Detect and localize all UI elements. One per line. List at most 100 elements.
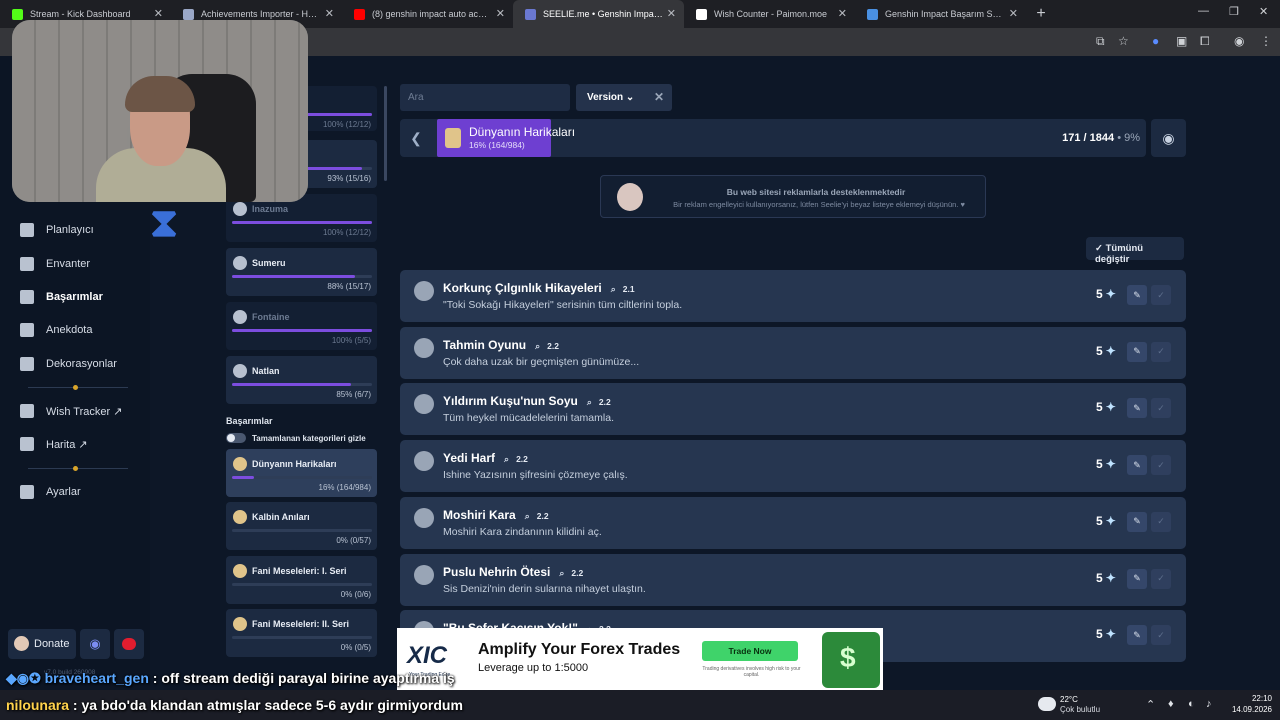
complete-checkbox[interactable]: ✓ [1151, 341, 1171, 362]
nav-item-decorations[interactable]: Dekorasyonlar [20, 357, 117, 371]
achievement-row[interactable]: Yedi Harf ⌕ 2.2 Ishine Yazısının şifresini … [400, 440, 1186, 493]
nav-item-map[interactable]: Harita ↗ [20, 437, 88, 451]
edit-button[interactable]: ✎ [1127, 285, 1147, 305]
browser-tab-active[interactable]: SEELIE.me • Genshin Impact Plan ✕ [513, 0, 684, 28]
region-item[interactable]: Natlan 85% (6/7) [226, 356, 377, 404]
category-progress-bar [232, 529, 372, 532]
category-percent: 16% (164/984) [318, 483, 371, 492]
complete-checkbox[interactable]: ✓ [1151, 568, 1171, 589]
achievement-row[interactable]: Puslu Nehrin Ötesi ⌕ 2.2 Sis Denizi'nin der… [400, 553, 1186, 606]
browser-tab[interactable]: (8) genshin impact auto achievem ✕ [342, 0, 513, 28]
taskbar-clock[interactable]: 22:10 14.09.2026 [1226, 693, 1272, 715]
tray-mic-icon[interactable]: ♦ [1168, 698, 1174, 710]
edit-button[interactable]: ✎ [1127, 398, 1147, 419]
nav-item-planner[interactable]: Planlayıcı [20, 223, 94, 237]
close-icon[interactable]: ✕ [1009, 7, 1018, 20]
trophy-icon [233, 564, 247, 578]
sidebar-scrollbar[interactable] [384, 86, 387, 181]
bookmark-star-icon[interactable]: ☆ [1118, 34, 1129, 48]
region-percent: 100% (12/12) [322, 228, 371, 237]
search-input[interactable]: Ara [400, 84, 570, 111]
complete-checkbox[interactable]: ✓ [1151, 625, 1171, 646]
browser-tab[interactable]: Wish Counter - Paimon.moe ✕ [684, 0, 855, 28]
achievement-category-item[interactable]: Dünyanın Harikaları 16% (164/984) [226, 449, 377, 497]
achievement-category-item[interactable]: Fani Meseleleri: I. Seri 0% (0/6) [226, 556, 377, 604]
edit-button[interactable]: ✎ [1127, 455, 1147, 476]
edit-button[interactable]: ✎ [1127, 341, 1147, 362]
nav-item-anecdotes[interactable]: Anekdota [20, 323, 92, 337]
region-item[interactable]: Fontaine 100% (5/5) [226, 302, 377, 350]
nav-item-wish-tracker[interactable]: Wish Tracker ↗ [20, 404, 122, 418]
profile-avatar-icon[interactable]: ◉ [1234, 34, 1244, 48]
category-progress-bar [232, 583, 372, 586]
category-progress-bar [232, 636, 372, 639]
weather-widget[interactable]: 22°C Çok bulutlu [1038, 693, 1110, 717]
tray-chevron-up-icon[interactable]: ⌃ [1146, 698, 1155, 711]
nav-item-achievements[interactable]: Başarımlar [20, 290, 103, 304]
donate-button[interactable]: Donate [8, 629, 76, 659]
discord-icon: ◉ [89, 636, 101, 651]
achievement-category-item[interactable]: Fani Meseleleri: II. Seri 0% (0/5) [226, 609, 377, 657]
edit-button[interactable]: ✎ [1127, 568, 1147, 589]
region-item[interactable]: Sumeru 88% (15/17) [226, 248, 377, 296]
menu-dots-icon[interactable]: ⋮ [1260, 34, 1272, 48]
hide-completed-toggle[interactable]: Tamamlanan kategorileri gizle [226, 433, 366, 443]
version-dropdown[interactable]: Version ⌄ ✕ [576, 84, 672, 111]
primogem-icon: ✦ [1105, 627, 1116, 642]
achievement-title-line: Yıldırım Kuşu'nun Soyu ⌕ 2.2 [443, 394, 611, 408]
achievement-row[interactable]: Yıldırım Kuşu'nun Soyu ⌕ 2.2 Tüm heykel müc… [400, 383, 1186, 436]
maximize-icon[interactable]: ❐ [1229, 5, 1239, 18]
tray-network-icon[interactable]: ◐ [1188, 698, 1195, 710]
settings-icon [20, 485, 34, 499]
close-icon[interactable]: ✕ [838, 7, 847, 20]
back-chevron-icon[interactable]: ❮ [400, 119, 432, 157]
search-icon[interactable]: ⌕ [504, 454, 509, 464]
browser-tab[interactable]: Genshin Impact Başarım Süre H ✕ [855, 0, 1026, 28]
complete-checkbox[interactable]: ✓ [1151, 511, 1171, 532]
visibility-eye-button[interactable]: ◉ [1151, 119, 1186, 157]
discord-button[interactable]: ◉ [80, 629, 110, 659]
search-icon[interactable]: ⌕ [525, 511, 530, 521]
achievement-description: Moshiri Kara zindanının kilidini aç. [443, 525, 602, 538]
current-category-progress: 16% (164/984) [469, 140, 525, 150]
wish-icon [20, 404, 34, 418]
nav-item-settings[interactable]: Ayarlar [20, 485, 81, 499]
ad-trade-now-button[interactable]: Trade Now [702, 641, 798, 661]
achievement-badge-icon [414, 451, 434, 472]
search-icon[interactable]: ⌕ [535, 341, 540, 351]
achievement-category-item[interactable]: Kalbin Anıları 0% (0/57) [226, 502, 377, 550]
achievement-row[interactable]: Moshiri Kara ⌕ 2.2 Moshiri Kara zindanının … [400, 496, 1186, 549]
minimize-icon[interactable]: — [1198, 5, 1209, 17]
language-flag-button[interactable] [114, 629, 144, 659]
close-icon[interactable]: ✕ [325, 7, 334, 20]
achievement-title-line: Moshiri Kara ⌕ 2.2 [443, 508, 549, 522]
install-icon[interactable]: ⧉ [1096, 34, 1105, 49]
achievement-row[interactable]: Tahmin Oyunu ⌕ 2.2 Çok daha uzak bir geçmiş… [400, 326, 1186, 379]
toggle-all-button[interactable]: ✓ Tümünü değiştir [1086, 237, 1184, 265]
extensions-puzzle-icon[interactable]: ⧠ [1200, 34, 1210, 49]
region-percent: 88% (15/17) [327, 282, 371, 291]
window-close-icon[interactable]: ✕ [1259, 5, 1268, 18]
close-icon[interactable]: ✕ [667, 7, 676, 20]
toggle-switch[interactable] [226, 433, 246, 443]
edit-button[interactable]: ✎ [1127, 625, 1147, 646]
achievement-title-line: Tahmin Oyunu ⌕ 2.2 [443, 338, 559, 352]
search-icon[interactable]: ⌕ [559, 568, 564, 578]
close-icon[interactable]: ✕ [496, 7, 505, 20]
close-icon[interactable]: ✕ [154, 7, 163, 20]
region-progress-bar [232, 329, 372, 332]
complete-checkbox[interactable]: ✓ [1151, 285, 1171, 305]
new-tab-button[interactable]: + [1026, 0, 1056, 28]
tray-volume-icon[interactable]: ♪ [1206, 698, 1212, 710]
complete-checkbox[interactable]: ✓ [1151, 455, 1171, 476]
search-icon[interactable]: ⌕ [587, 397, 592, 407]
extension-icon[interactable]: ● [1152, 34, 1159, 48]
banner-ad[interactable]: XIC Your Trading Edge Amplify Your Forex… [397, 628, 883, 690]
complete-checkbox[interactable]: ✓ [1151, 398, 1171, 419]
edit-button[interactable]: ✎ [1127, 511, 1147, 532]
achievement-row[interactable]: Korkunç Çılgınlık Hikayeleri ⌕ 2.1 "Toki So… [400, 270, 1186, 322]
clear-filter-icon[interactable]: ✕ [654, 90, 664, 104]
extension-icon[interactable]: ▣ [1176, 34, 1187, 48]
nav-item-inventory[interactable]: Envanter [20, 257, 90, 271]
search-icon[interactable]: ⌕ [611, 284, 616, 294]
